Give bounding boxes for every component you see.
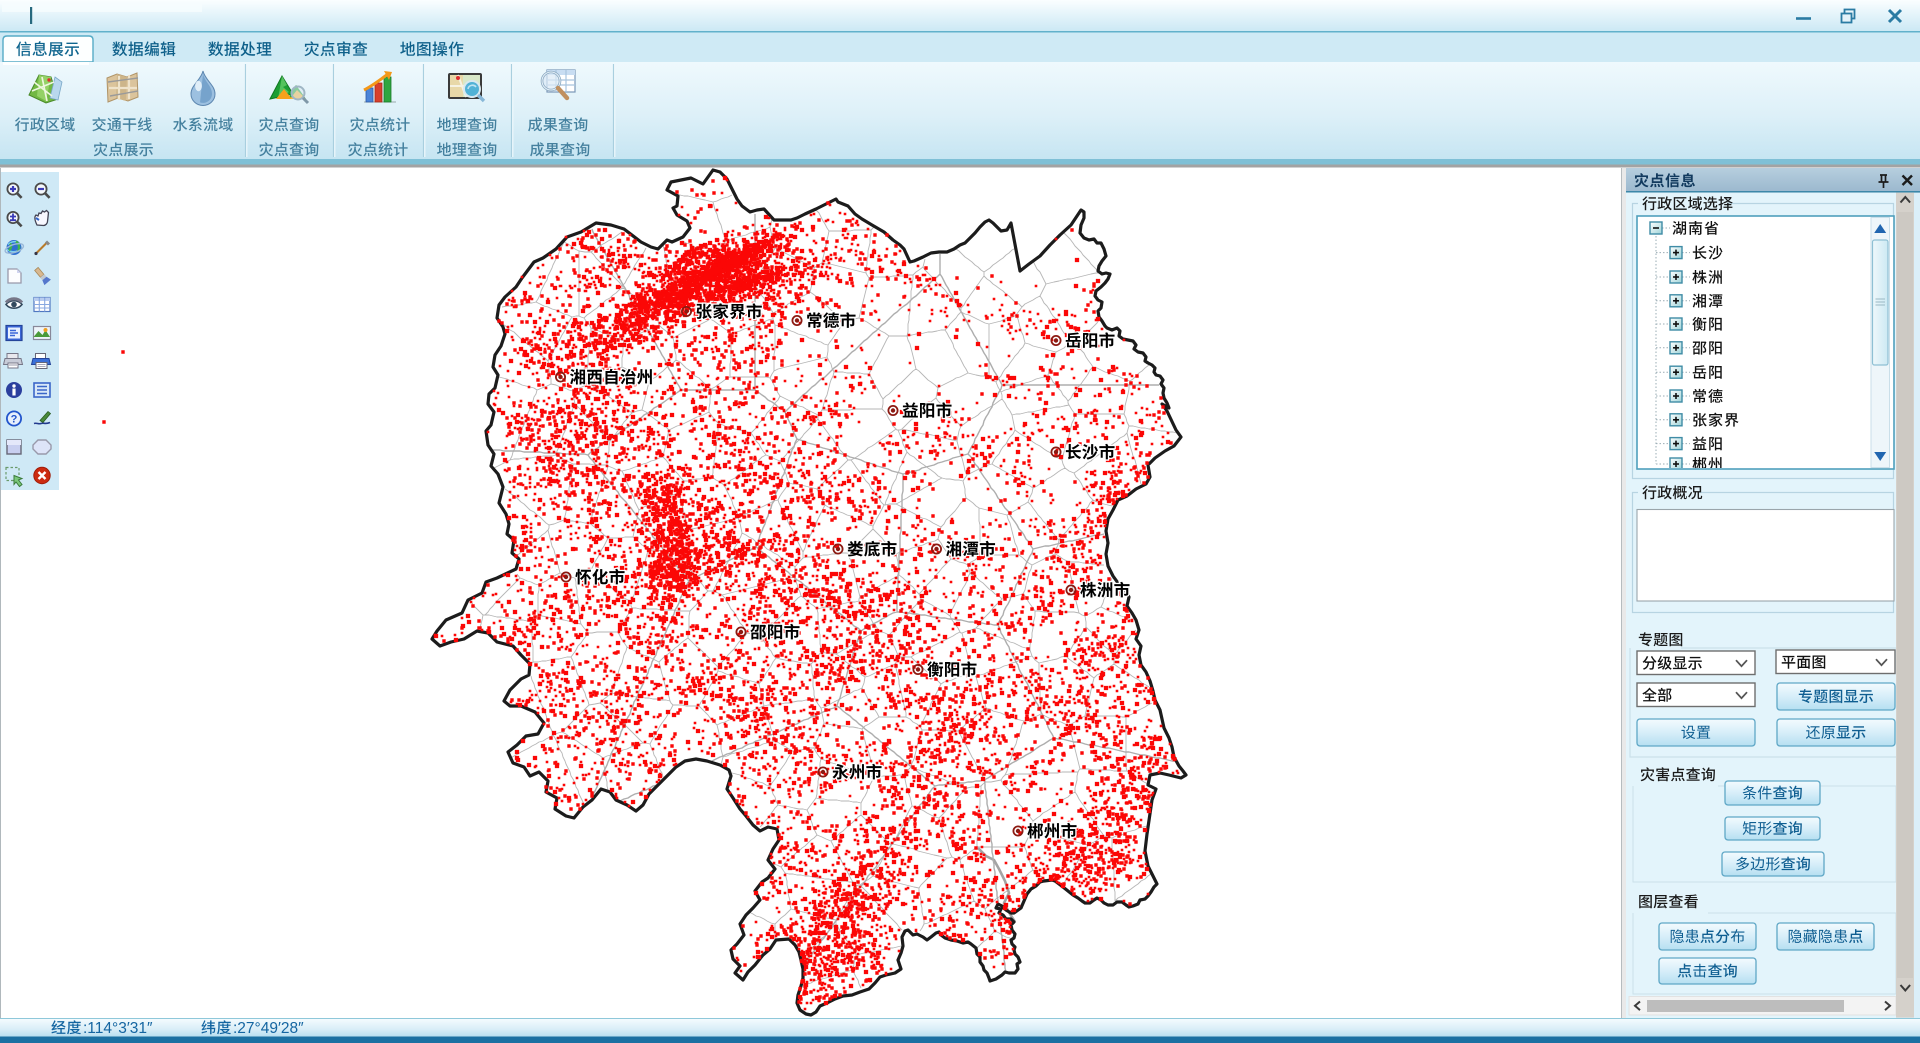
svg-text::27°49′28″: :27°49′28″ [233, 1020, 304, 1037]
svg-text:?: ? [11, 413, 18, 425]
svg-text::114°3′31″: :114°3′31″ [83, 1020, 153, 1037]
